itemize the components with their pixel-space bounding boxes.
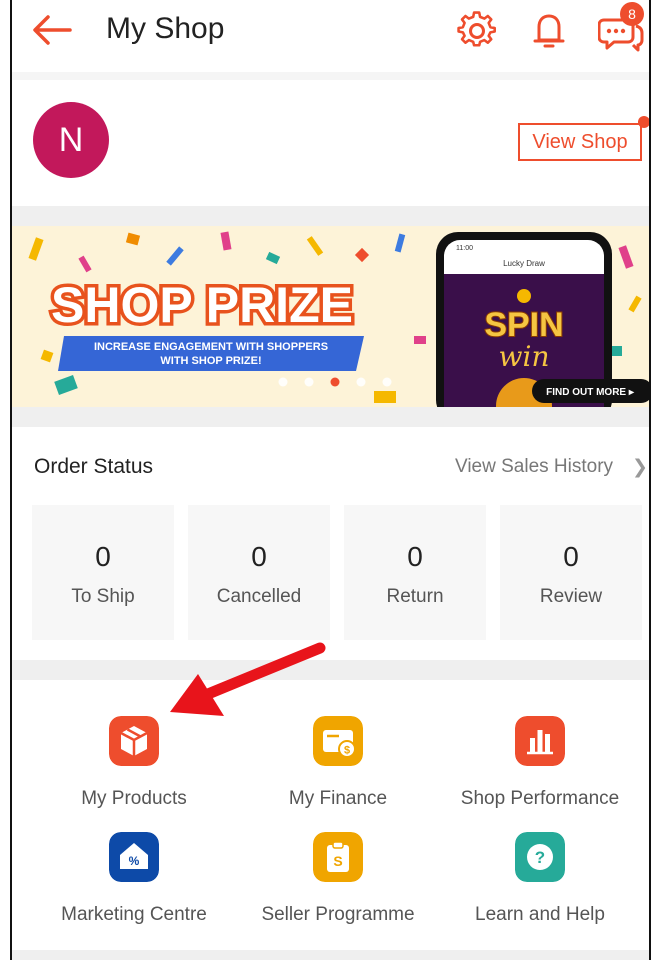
banner-headline: SHOP PRIZE [51,277,353,333]
back-arrow-icon[interactable] [30,10,74,50]
header-divider [12,72,651,80]
order-label: Cancelled [216,586,302,607]
discount-tag-icon: % [109,832,159,882]
view-shop-notification-dot [638,116,650,128]
tool-label: Marketing Centre [61,904,207,925]
tool-my-finance[interactable]: $ My Finance [238,716,438,810]
phone-win-text: win [499,340,550,373]
section-divider [12,950,651,960]
order-label: Return [386,586,444,607]
tool-label: My Finance [288,788,388,809]
banner-cta: FIND OUT MORE ▸ [546,387,635,398]
section-divider [12,206,651,226]
order-count: 0 [251,541,267,572]
order-count: 0 [95,541,111,572]
shop-avatar[interactable]: N [33,102,109,178]
section-divider [12,407,651,427]
question-icon: ? [515,832,565,882]
clipboard-dollar-icon: S [313,832,363,882]
phone-time: 11:00 [456,245,473,252]
settings-gear-icon[interactable] [456,10,498,52]
order-tile-return[interactable]: 0 Return [344,505,486,640]
order-label: To Ship [71,586,135,607]
notification-bell-icon[interactable] [528,10,570,52]
order-tile-cancelled[interactable]: 0 Cancelled [188,505,330,640]
carousel-dots[interactable] [278,377,392,387]
order-count: 0 [407,541,423,572]
view-sales-history-link[interactable]: View Sales History [455,456,613,478]
chevron-right-icon[interactable]: ❯ [632,456,648,479]
order-count: 0 [563,541,579,572]
order-label: Review [539,586,603,607]
tool-label: Seller Programme [261,904,415,925]
view-shop-button[interactable]: View Shop [518,123,642,161]
tool-seller-programme[interactable]: S Seller Programme [238,832,438,926]
svg-text:?: ? [535,848,545,867]
tool-marketing-centre[interactable]: % Marketing Centre [34,832,234,926]
app-header: My Shop 8 [12,0,651,70]
banner-subline-1: INCREASE ENGAGEMENT WITH SHOPPERS [94,341,328,353]
phone-spin-text: SPIN [484,306,563,344]
tool-shop-performance[interactable]: Shop Performance [440,716,640,810]
box-icon [109,716,159,766]
bar-chart-icon [515,716,565,766]
phone-screen: My Shop 8 N View Shop SHOP PRIZE INCREAS… [10,0,651,960]
order-tile-review[interactable]: 0 Review [500,505,642,640]
svg-text:%: % [129,854,140,868]
svg-text:$: $ [344,745,350,757]
banner-artwork: SHOP PRIZE INCREASE ENGAGEMENT WITH SHOP… [28,231,651,407]
wallet-icon: $ [313,716,363,766]
tool-label: My Products [81,788,187,809]
tool-label: Learn and Help [475,904,605,925]
tool-my-products[interactable]: My Products [34,716,234,810]
tool-label: Shop Performance [460,788,620,809]
promo-banner[interactable]: SHOP PRIZE INCREASE ENGAGEMENT WITH SHOP… [12,226,651,407]
section-divider [12,660,651,680]
phone-title: Lucky Draw [503,259,545,268]
banner-subline-2: WITH SHOP PRIZE! [160,355,261,367]
order-tile-to-ship[interactable]: 0 To Ship [32,505,174,640]
svg-text:S: S [333,853,342,869]
order-status-title: Order Status [34,455,154,478]
tool-learn-and-help[interactable]: ? Learn and Help [440,832,640,926]
page-title: My Shop [106,12,225,45]
chat-unread-badge: 8 [620,2,644,26]
